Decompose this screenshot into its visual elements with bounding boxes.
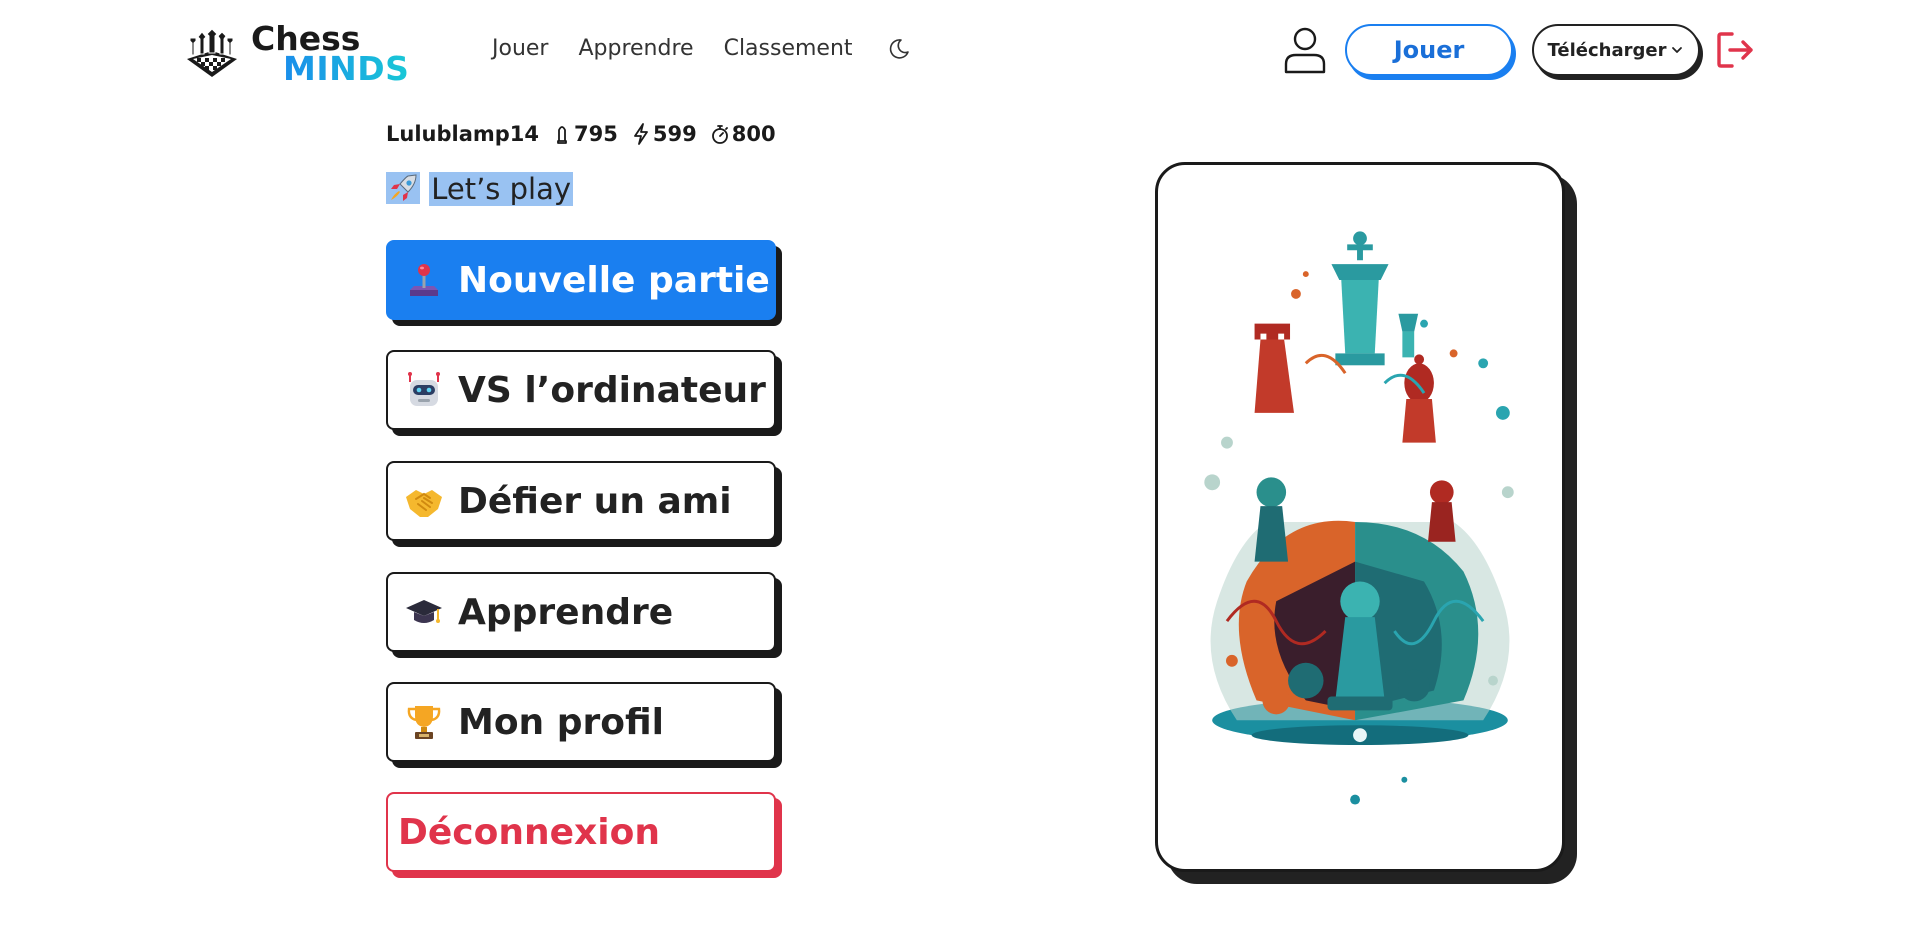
- challenge-friend-button[interactable]: Défier un ami: [386, 461, 776, 541]
- player-ratings-bar: Lulublamp14 795 599 800: [386, 122, 776, 146]
- download-button-label: Télécharger: [1547, 39, 1667, 61]
- chess-pieces-splash-illustration: [1204, 231, 1514, 805]
- logout-button[interactable]: Déconnexion: [386, 792, 776, 872]
- section-heading: Let’s play: [386, 172, 574, 206]
- rating-bullet: 795: [553, 122, 618, 146]
- rating-rapid: 800: [711, 122, 776, 146]
- trophy-icon: [407, 706, 441, 739]
- bullet-icon: [557, 126, 567, 144]
- learn-button[interactable]: Apprendre: [386, 572, 776, 652]
- new-game-label: Nouvelle partie: [458, 259, 770, 301]
- chess-illustration-card: [1155, 162, 1565, 872]
- top-navbar: Chess MINDS Jouer Apprendre Classement J…: [0, 0, 1920, 100]
- rating-bullet-value: 795: [574, 122, 618, 146]
- logout-label: Déconnexion: [398, 811, 660, 853]
- user-icon[interactable]: [1282, 26, 1328, 74]
- challenge-friend-label: Défier un ami: [458, 480, 732, 522]
- lets-play-heading: Let’s play: [429, 172, 574, 206]
- play-button[interactable]: Jouer: [1345, 24, 1513, 76]
- lightning-icon: [633, 123, 648, 145]
- chevron-down-icon: [1672, 47, 1683, 53]
- stopwatch-icon: [711, 125, 728, 144]
- rating-blitz-value: 599: [652, 122, 697, 146]
- rating-rapid-value: 800: [731, 122, 776, 146]
- rating-blitz: 599: [632, 122, 697, 146]
- player-username: Lulublamp14: [386, 122, 540, 146]
- download-dropdown-button[interactable]: Télécharger: [1532, 24, 1700, 76]
- vs-computer-button[interactable]: VS l’ordinateur: [386, 350, 776, 430]
- chessminds-logo[interactable]: Chess MINDS: [183, 22, 409, 85]
- robot-icon: [408, 372, 440, 406]
- graduation-cap-icon: [406, 600, 442, 623]
- nav-link-jouer[interactable]: Jouer: [492, 36, 548, 61]
- joystick-icon: [410, 264, 438, 296]
- chess-pieces-logo-icon: [187, 29, 237, 77]
- learn-label: Apprendre: [458, 591, 674, 633]
- rocket-icon: [386, 172, 420, 204]
- logo-text-minds: MINDS: [251, 52, 409, 85]
- nav-link-apprendre[interactable]: Apprendre: [578, 36, 693, 61]
- logout-icon[interactable]: [1716, 30, 1756, 70]
- handshake-icon: [406, 490, 442, 517]
- new-game-button[interactable]: Nouvelle partie: [386, 240, 776, 320]
- my-profile-button[interactable]: Mon profil: [386, 682, 776, 762]
- my-profile-label: Mon profil: [458, 701, 664, 743]
- moon-icon[interactable]: [887, 37, 911, 61]
- main-nav: Jouer Apprendre Classement: [492, 36, 911, 61]
- vs-computer-label: VS l’ordinateur: [458, 369, 766, 411]
- nav-link-classement[interactable]: Classement: [724, 36, 853, 61]
